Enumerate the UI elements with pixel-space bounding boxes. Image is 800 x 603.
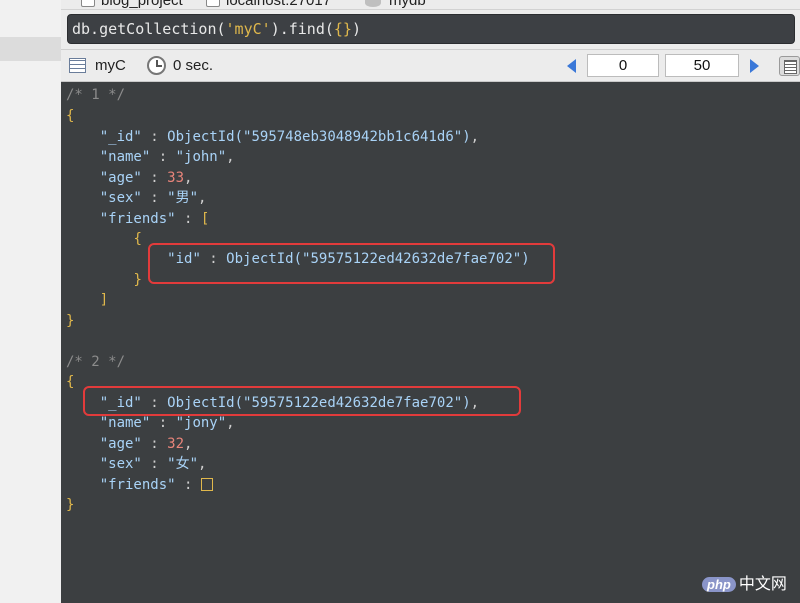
doc-close-brace: }: [66, 313, 75, 329]
field-row-age: "age" : 32,: [99, 436, 193, 452]
query-bar: db.getCollection('myC').find({}): [61, 10, 800, 50]
clock-icon: [147, 56, 166, 75]
query-collection-arg: 'myC': [225, 20, 271, 38]
query-filter: {}: [333, 20, 352, 38]
watermark-logo: php: [702, 577, 736, 592]
server-icon: [206, 0, 220, 7]
field-row-sex: "sex" : "女",: [99, 456, 207, 472]
project-icon: [81, 0, 95, 7]
collection-table-icon: [69, 58, 86, 73]
previous-page-button[interactable]: [567, 59, 576, 73]
doc-open-brace: {: [66, 108, 75, 124]
result-toolbar: myC 0 sec.: [61, 50, 800, 82]
view-mode-button[interactable]: [779, 56, 800, 76]
collection-name: myC: [95, 57, 126, 74]
watermark-text: 中文网: [738, 576, 787, 593]
breadcrumb-project[interactable]: blog_project: [101, 0, 183, 9]
execution-time: 0 sec.: [173, 57, 214, 74]
doc-open-brace: {: [66, 374, 75, 390]
field-row-id: "_id" : ObjectId("595748eb3048942bb1c641…: [99, 129, 480, 145]
field-row-name: "name" : "jony",: [99, 415, 235, 431]
doc-comment: /* 2 */: [66, 354, 126, 370]
friends-close-bracket: ]: [99, 292, 109, 308]
breadcrumb-server[interactable]: localhost:27017: [226, 0, 331, 9]
empty-array-marker: [200, 478, 213, 491]
query-input[interactable]: db.getCollection('myC').find({}): [67, 14, 795, 44]
field-row-sex: "sex" : "男",: [99, 190, 207, 206]
field-row-friends: "friends" :: [66, 475, 213, 495]
query-suffix: ): [351, 20, 361, 38]
database-icon: [365, 0, 381, 7]
breadcrumb: blog_project localhost:27017 mydb: [61, 0, 800, 10]
field-row-name: "name" : "john",: [99, 149, 235, 165]
result-text-view[interactable]: /* 1 */ { "_id" : ObjectId("595748eb3048…: [61, 82, 800, 603]
limit-input[interactable]: [665, 54, 739, 77]
highlight-box-doc2-id: [83, 386, 521, 416]
breadcrumb-database[interactable]: mydb: [389, 0, 426, 9]
friend-close-brace: }: [133, 272, 142, 288]
field-row-friends: "friends" : [: [99, 211, 210, 227]
field-row-age: "age" : 33,: [99, 170, 193, 186]
tree-selected-row[interactable]: [0, 37, 61, 61]
query-text: db.getCollection('myC').find({}): [72, 20, 361, 38]
doc-close-brace: }: [66, 497, 75, 513]
skip-input[interactable]: [587, 54, 659, 77]
connection-tree-pane: [0, 0, 61, 603]
doc-comment: /* 1 */: [66, 87, 126, 103]
friend-open-brace: {: [133, 231, 142, 247]
query-mid: ).find(: [270, 20, 334, 38]
query-prefix: db.getCollection(: [72, 20, 226, 38]
site-watermark: php 中文网: [702, 570, 787, 594]
highlight-box-friend-id: [148, 243, 555, 284]
next-page-button[interactable]: [750, 59, 759, 73]
